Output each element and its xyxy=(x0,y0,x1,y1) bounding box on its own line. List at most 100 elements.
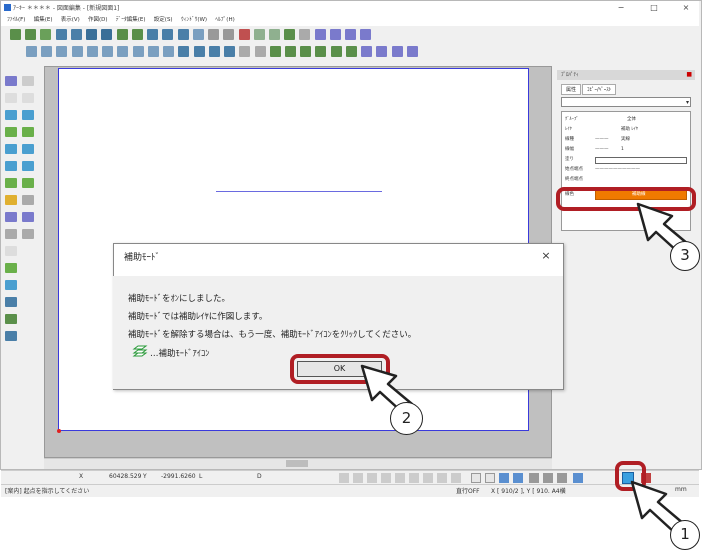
point-tool-icon[interactable] xyxy=(22,127,34,137)
parallel-line-icon[interactable] xyxy=(22,93,34,103)
dimension-tool-icon[interactable] xyxy=(5,229,17,239)
arc-tool-icon[interactable] xyxy=(22,144,34,154)
tab-attributes[interactable]: 属性 xyxy=(561,84,582,95)
select-area-icon[interactable] xyxy=(41,46,53,57)
snap-grid-icon[interactable] xyxy=(437,473,447,483)
tab-copy-paste[interactable]: ｺﾋﾟｰ/ﾍﾟｰｽﾄ xyxy=(582,84,617,95)
dimension-icon[interactable] xyxy=(299,29,311,40)
scale-icon[interactable] xyxy=(147,46,159,57)
rotate-icon[interactable] xyxy=(117,46,129,57)
save-as-icon[interactable] xyxy=(70,29,82,40)
property-icon[interactable] xyxy=(345,46,357,57)
property-row-start-point[interactable]: 始点端点 —————————— xyxy=(565,165,689,174)
menu-settings[interactable]: 設定(S) xyxy=(154,15,173,26)
image-tool-icon[interactable] xyxy=(22,195,34,205)
property-row-end-point[interactable]: 終点端点 xyxy=(565,175,689,184)
zoom-out-icon[interactable] xyxy=(329,29,341,40)
menu-file[interactable]: ﾌｧｲﾙ(F) xyxy=(7,15,25,26)
dropdown-arrow-icon[interactable]: ▾ xyxy=(686,98,689,107)
menu-help[interactable]: ﾍﾙﾌﾟ(H) xyxy=(215,15,234,26)
ortho-mode-icon[interactable] xyxy=(529,473,539,483)
box-tool-icon[interactable] xyxy=(5,178,17,188)
ortho-icon[interactable] xyxy=(300,46,312,57)
maximize-button[interactable]: □ xyxy=(644,2,664,14)
zoom-all-icon[interactable] xyxy=(360,29,372,40)
layer-icon[interactable] xyxy=(238,29,250,40)
open-folder-icon[interactable] xyxy=(40,29,52,40)
blank-tool-icon[interactable] xyxy=(5,246,17,256)
layer-settings-icon[interactable] xyxy=(315,46,327,57)
print-preview-icon[interactable] xyxy=(162,29,174,40)
extend-icon[interactable] xyxy=(193,46,205,57)
fill-swatch[interactable] xyxy=(595,157,687,164)
grid-icon[interactable] xyxy=(284,46,296,57)
snap-point-icon[interactable] xyxy=(451,473,461,483)
osnap-mode-icon[interactable] xyxy=(557,473,567,483)
dialog-close-button[interactable]: × xyxy=(539,249,553,263)
save-icon[interactable] xyxy=(55,29,67,40)
print-area-icon[interactable] xyxy=(513,473,523,483)
menu-view[interactable]: 表示(V) xyxy=(61,15,80,26)
copy-icon[interactable] xyxy=(116,29,128,40)
menu-edit[interactable]: 編集(E) xyxy=(34,15,53,26)
align-icon[interactable] xyxy=(284,29,296,40)
close-button[interactable]: × xyxy=(676,2,696,14)
delete-icon[interactable] xyxy=(71,46,83,57)
property-row-linewidth[interactable]: 線幅 ——— 1 xyxy=(565,145,689,154)
zoom-in-icon[interactable] xyxy=(314,29,326,40)
block-icon[interactable] xyxy=(406,46,418,57)
ellipse-tool-icon[interactable] xyxy=(5,161,17,171)
snap-mid-icon[interactable] xyxy=(353,473,363,483)
picture-tool-icon[interactable] xyxy=(5,331,17,341)
measure-icon[interactable] xyxy=(239,46,251,57)
curve-tool-icon[interactable] xyxy=(22,161,34,171)
spline-tool-icon[interactable] xyxy=(5,195,17,205)
grid-display-icon[interactable] xyxy=(485,473,495,483)
ungroup-icon[interactable] xyxy=(268,29,280,40)
view-mode-icon[interactable] xyxy=(471,473,481,483)
property-selector[interactable]: ▾ xyxy=(561,97,691,107)
construct-line-icon[interactable] xyxy=(5,93,17,103)
minimize-button[interactable]: − xyxy=(611,2,631,14)
line-tool-icon[interactable] xyxy=(5,76,17,86)
print-icon[interactable] xyxy=(147,29,159,40)
scrollbar-thumb[interactable] xyxy=(286,460,308,467)
property-row-layer[interactable]: ﾚｲﾔ 補助 ﾚｲﾔ xyxy=(565,125,689,134)
wall-tool-icon[interactable] xyxy=(22,110,34,120)
text-style-icon[interactable] xyxy=(361,46,373,57)
paste-icon[interactable] xyxy=(131,29,143,40)
divide-icon[interactable] xyxy=(254,46,266,57)
rectangle-tool-icon[interactable] xyxy=(5,110,17,120)
angle-dimension-tool-icon[interactable] xyxy=(22,229,34,239)
printer-setup-icon[interactable] xyxy=(177,29,189,40)
copy-move-icon[interactable] xyxy=(102,46,114,57)
layer-mode-icon[interactable] xyxy=(573,473,583,483)
hatch-icon[interactable] xyxy=(376,46,388,57)
snap-cross-icon[interactable] xyxy=(381,473,391,483)
fillet-icon[interactable] xyxy=(208,46,220,57)
select-all-icon[interactable] xyxy=(56,46,68,57)
snap-end-icon[interactable] xyxy=(339,473,349,483)
property-row-linetype[interactable]: 線種 ——— 実線 xyxy=(565,135,689,144)
undo-icon[interactable] xyxy=(208,29,220,40)
text-tool-icon[interactable] xyxy=(5,212,17,222)
leader-tool-icon[interactable] xyxy=(22,212,34,222)
snap-near-icon[interactable] xyxy=(423,473,433,483)
circle-tool-icon[interactable] xyxy=(5,144,17,154)
select-icon[interactable] xyxy=(26,46,37,57)
stamp-tool-icon[interactable] xyxy=(5,314,17,324)
menu-draw[interactable]: 作図(D) xyxy=(88,15,108,26)
group-icon[interactable] xyxy=(253,29,265,40)
menu-data-edit[interactable]: ﾃﾞｰﾀ編集(E) xyxy=(116,15,146,26)
pin-icon[interactable]: ■ xyxy=(686,70,692,80)
mirror-icon[interactable] xyxy=(132,46,144,57)
building-tool-icon[interactable] xyxy=(5,263,17,273)
property-row-group[interactable]: ｸﾞﾙｰﾌﾟ 全体 xyxy=(565,115,689,124)
redo-icon[interactable] xyxy=(223,29,235,40)
layer-display-icon[interactable] xyxy=(499,473,509,483)
open-icon[interactable] xyxy=(25,29,37,40)
snap-perp-icon[interactable] xyxy=(395,473,405,483)
trim-icon[interactable] xyxy=(178,46,190,57)
export-icon[interactable] xyxy=(86,29,98,40)
drawn-line[interactable] xyxy=(216,191,382,192)
